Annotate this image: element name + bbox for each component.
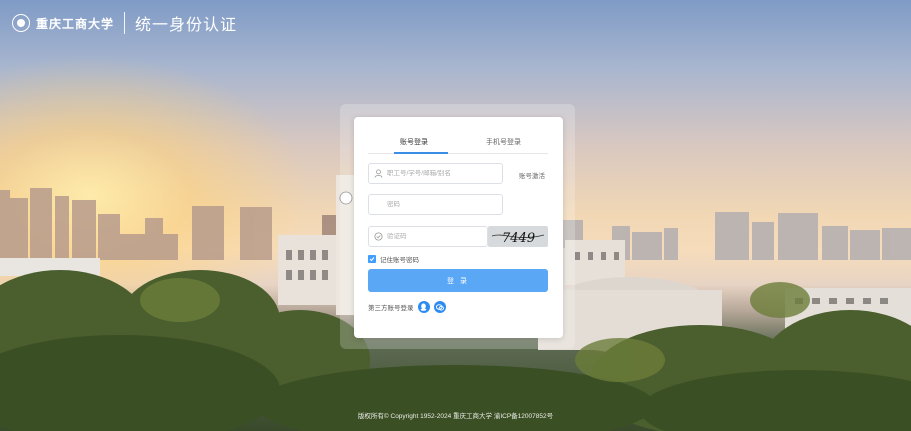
tab-account-login[interactable]: 账号登录 [400,137,428,147]
wechat-work-icon[interactable] [433,301,446,313]
password-field [368,194,503,215]
copyright-footer: 版权所有© Copyright 1952-2024 重庆工商大学 渝ICP备12… [357,413,554,420]
login-button[interactable]: 登 录 [368,269,548,292]
password-input[interactable] [387,201,502,208]
university-name-logo: 重庆工商大学 [36,16,115,31]
university-seal-logo [12,14,30,32]
remember-label: 记住账号密码 [380,257,419,264]
login-tabs: 账号登录 手机号登录 [368,131,548,154]
login-card: 账号登录 手机号登录 账号激活 7449 记住账号密码 [354,117,563,338]
captcha-text: 7449 [502,231,535,246]
captcha-field [368,226,488,247]
username-field [368,163,503,184]
third-party-login: 第三方账号登录 [368,301,446,313]
page-title: 统一身份认证 [135,17,238,34]
remember-option[interactable]: 记住账号密码 [368,254,419,264]
site-header: 重庆工商大学 统一身份认证 [12,10,237,36]
remember-checkbox[interactable] [368,255,376,263]
third-party-label: 第三方账号登录 [368,305,414,312]
captcha-input[interactable] [387,233,487,240]
qq-icon[interactable] [417,301,430,313]
shield-check-icon [374,232,383,241]
header-divider [124,12,126,34]
checkmark-icon [369,257,375,262]
account-activate-link[interactable]: 账号激活 [519,170,545,180]
user-icon [374,169,383,178]
tab-phone-login[interactable]: 手机号登录 [486,137,521,147]
active-tab-indicator [394,152,448,154]
captcha-image[interactable]: 7449 [488,226,548,247]
username-input[interactable] [387,170,502,177]
